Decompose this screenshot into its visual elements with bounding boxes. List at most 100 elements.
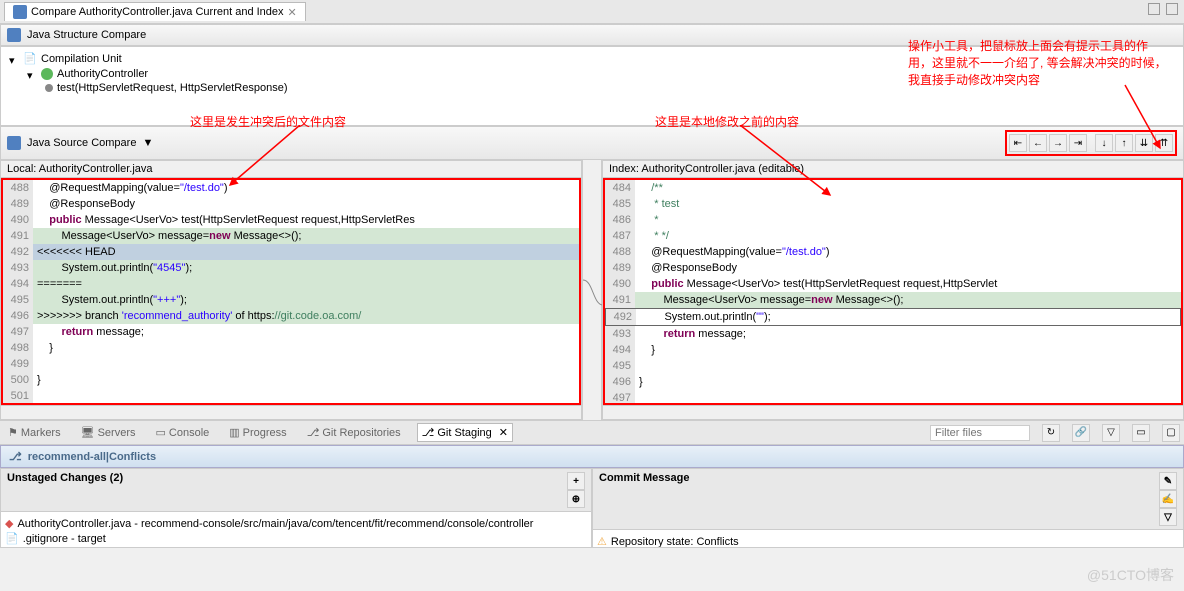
close-icon[interactable]: ✕	[499, 426, 508, 439]
tab-title: Compare AuthorityController.java Current…	[31, 6, 284, 18]
copy-current-left-icon[interactable]: ←	[1029, 134, 1047, 152]
right-code-editor[interactable]: 484 /**485 * test486 *487 * */488 @Reque…	[603, 178, 1183, 405]
copy-all-left-icon[interactable]: ⇤	[1009, 134, 1027, 152]
tab-git-staging[interactable]: ⎇Git Staging✕	[417, 423, 513, 442]
refresh-icon[interactable]: ↻	[1042, 424, 1060, 442]
merge-toolbar: ⇤ ← → ⇥ ↓ ↑ ⇊ ⇈	[1005, 130, 1177, 156]
view-menu-icon[interactable]: ▽	[1102, 424, 1120, 442]
copy-all-right-icon[interactable]: ⇥	[1069, 134, 1087, 152]
signoff-icon[interactable]: ✍	[1159, 490, 1177, 508]
code-line[interactable]: 490 public Message<UserVo> test(HttpServ…	[605, 276, 1181, 292]
java-icon	[7, 136, 21, 150]
compare-tab[interactable]: Compare AuthorityController.java Current…	[4, 2, 306, 21]
expand-arrow-icon[interactable]: ▾	[27, 69, 37, 79]
servers-icon: 🖥	[81, 426, 95, 439]
code-line[interactable]: 497	[605, 390, 1181, 405]
maximize-view-icon[interactable]: ▢	[1162, 424, 1180, 442]
code-line[interactable]: 499	[3, 356, 579, 372]
tree-class[interactable]: ▾ AuthorityController	[27, 67, 1175, 81]
code-line[interactable]: 495 System.out.println("+++");	[3, 292, 579, 308]
prev-change-icon[interactable]: ⇈	[1155, 134, 1173, 152]
compare-container: Local: AuthorityController.java 488 @Req…	[0, 160, 1184, 420]
right-pane: Index: AuthorityController.java (editabl…	[602, 160, 1184, 420]
views-tab-bar: ⚑Markers 🖥Servers ▭Console ▥Progress ⎇Gi…	[0, 420, 1184, 445]
structure-tree: ▾ 📄 Compilation Unit ▾ AuthorityControll…	[0, 46, 1184, 126]
staging-row: Unstaged Changes (2) +⊕ ◆ AuthorityContr…	[0, 468, 1184, 548]
branch-icon: ⎇	[9, 450, 22, 463]
filter-files-input[interactable]	[930, 425, 1030, 441]
code-line[interactable]: 498 }	[3, 340, 579, 356]
structure-title: Java Structure Compare	[27, 29, 146, 41]
code-line[interactable]: 488 @RequestMapping(value="/test.do")	[3, 180, 579, 196]
minimize-icon[interactable]	[1148, 3, 1160, 15]
left-code-editor[interactable]: 488 @RequestMapping(value="/test.do")489…	[1, 178, 581, 405]
tree-method[interactable]: test(HttpServletRequest, HttpServletResp…	[45, 81, 1175, 95]
menu-icon[interactable]: ▽	[1159, 508, 1177, 526]
tab-progress[interactable]: ▥Progress	[225, 424, 290, 441]
code-line[interactable]: 493 return message;	[605, 326, 1181, 342]
source-compare-title: Java Source Compare	[27, 137, 136, 149]
copy-current-right-icon[interactable]: →	[1049, 134, 1067, 152]
minimize-view-icon[interactable]: ▭	[1132, 424, 1150, 442]
code-line[interactable]: 496}	[605, 374, 1181, 390]
dropdown-arrow-icon[interactable]: ▼	[142, 137, 153, 149]
code-line[interactable]: 495	[605, 358, 1181, 374]
next-change-icon[interactable]: ⇊	[1135, 134, 1153, 152]
unstaged-file[interactable]: 📄 .gitignore - target	[5, 531, 587, 546]
horizontal-scrollbar[interactable]	[603, 405, 1183, 419]
code-line[interactable]: 492<<<<<<< HEAD	[3, 244, 579, 260]
commit-title: Commit Message	[599, 472, 689, 526]
code-line[interactable]: 501	[3, 388, 579, 404]
tree-root-label: Compilation Unit	[41, 53, 122, 65]
tab-markers[interactable]: ⚑Markers	[4, 424, 65, 441]
code-line[interactable]: 489 @ResponseBody	[605, 260, 1181, 276]
horizontal-scrollbar[interactable]	[1, 405, 581, 419]
code-line[interactable]: 489 @ResponseBody	[3, 196, 579, 212]
branch-label: recommend-all|Conflicts	[28, 451, 156, 463]
code-line[interactable]: 485 * test	[605, 196, 1181, 212]
staging-branch-header: ⎇ recommend-all|Conflicts	[0, 445, 1184, 468]
code-line[interactable]: 494=======	[3, 276, 579, 292]
code-line[interactable]: 488 @RequestMapping(value="/test.do")	[605, 244, 1181, 260]
repo-state-text: Repository state: Conflicts	[611, 536, 739, 548]
code-line[interactable]: 500}	[3, 372, 579, 388]
tree-method-label: test(HttpServletRequest, HttpServletResp…	[57, 82, 288, 94]
add-all-icon[interactable]: ⊕	[567, 490, 585, 508]
tab-console[interactable]: ▭Console	[151, 424, 213, 441]
warning-icon: ⚠	[597, 535, 607, 547]
left-pane: Local: AuthorityController.java 488 @Req…	[0, 160, 582, 420]
diff-connector	[582, 160, 602, 420]
code-line[interactable]: 494 }	[605, 342, 1181, 358]
link-icon[interactable]: 🔗	[1072, 424, 1090, 442]
code-line[interactable]: 486 *	[605, 212, 1181, 228]
code-line[interactable]: 491 Message<UserVo> message=new Message<…	[3, 228, 579, 244]
left-pane-title: Local: AuthorityController.java	[1, 161, 581, 178]
unstaged-changes-panel: Unstaged Changes (2) +⊕ ◆ AuthorityContr…	[0, 468, 592, 548]
tab-git-repos[interactable]: ⎇Git Repositories	[303, 424, 405, 441]
code-line[interactable]: 497 return message;	[3, 324, 579, 340]
expand-arrow-icon[interactable]: ▾	[9, 54, 19, 64]
code-line[interactable]: 484 /**	[605, 180, 1181, 196]
amend-icon[interactable]: ✎	[1159, 472, 1177, 490]
code-line[interactable]: 492 System.out.println("");	[605, 308, 1181, 326]
code-line[interactable]: 493 System.out.println("4545");	[3, 260, 579, 276]
compilation-unit-icon: 📄	[23, 52, 37, 66]
editor-tab-bar: Compare AuthorityController.java Current…	[0, 0, 1184, 24]
source-compare-header: Java Source Compare ▼ ⇤ ← → ⇥ ↓ ↑ ⇊ ⇈	[0, 126, 1184, 160]
maximize-icon[interactable]	[1166, 3, 1178, 15]
code-line[interactable]: 491 Message<UserVo> message=new Message<…	[605, 292, 1181, 308]
prev-diff-icon[interactable]: ↑	[1115, 134, 1133, 152]
add-icon[interactable]: +	[567, 472, 585, 490]
commit-message-panel: Commit Message ✎✍▽ ⚠ Repository state: C…	[592, 468, 1184, 548]
code-line[interactable]: 490 public Message<UserVo> test(HttpServ…	[3, 212, 579, 228]
method-icon	[45, 84, 53, 92]
close-icon[interactable]: ✕	[288, 6, 297, 19]
tree-class-label: AuthorityController	[57, 68, 148, 80]
code-line[interactable]: 496>>>>>>> branch 'recommend_authority' …	[3, 308, 579, 324]
tree-root[interactable]: ▾ 📄 Compilation Unit	[9, 51, 1175, 67]
unstaged-file[interactable]: ◆ AuthorityController.java - recommend-c…	[5, 516, 587, 531]
next-diff-icon[interactable]: ↓	[1095, 134, 1113, 152]
tab-servers[interactable]: 🖥Servers	[77, 424, 140, 441]
java-icon	[13, 5, 27, 19]
code-line[interactable]: 487 * */	[605, 228, 1181, 244]
